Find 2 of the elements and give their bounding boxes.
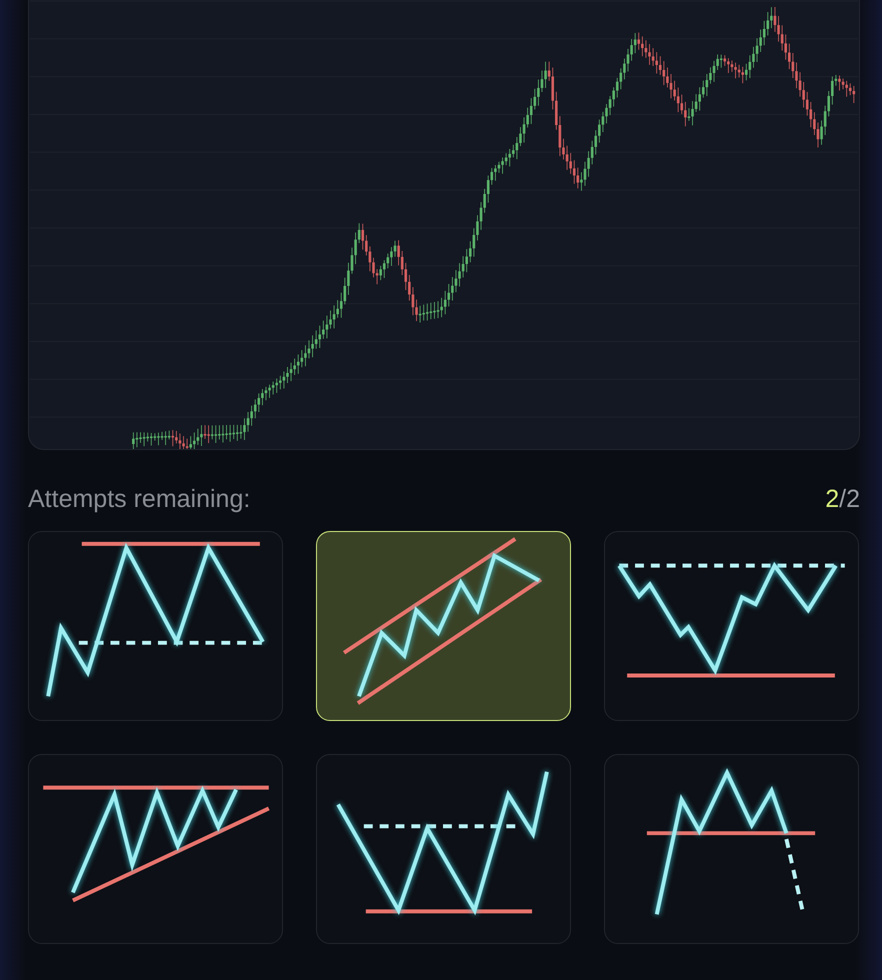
attempts-label: Attempts remaining: — [28, 484, 250, 514]
attempts-count: 2/2 — [825, 484, 860, 514]
